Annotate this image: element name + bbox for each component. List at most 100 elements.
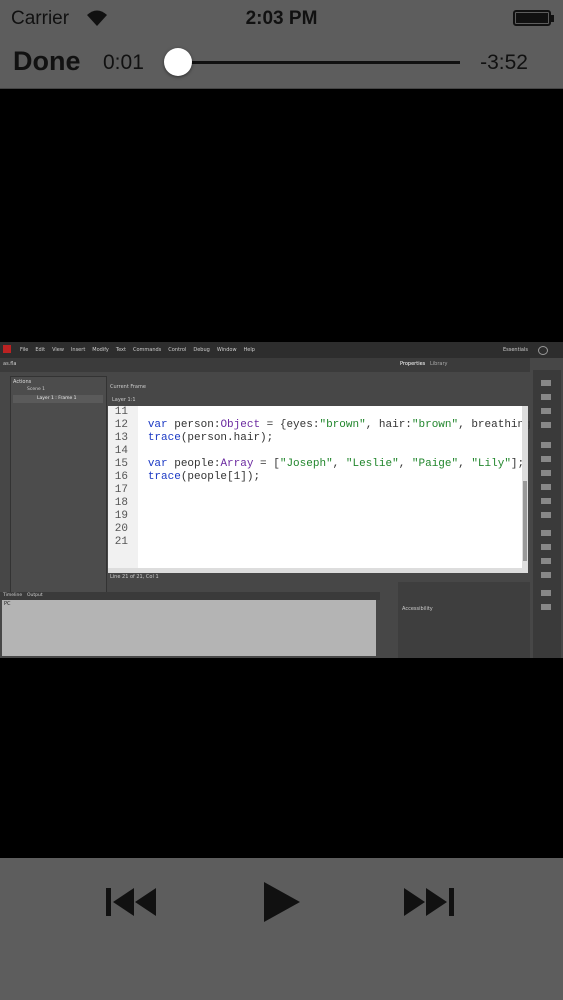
workspace-label: Essentials (502, 347, 528, 353)
eyedropper-icon (541, 558, 551, 564)
line-number: 20 (114, 523, 128, 535)
remaining-time: -3:52 (480, 51, 528, 74)
line-number: 11 (114, 406, 128, 418)
code-tab: Current Frame (110, 384, 146, 390)
output-text: PC (4, 601, 11, 607)
menu-row: File Edit View Insert Modify Text Commands Cont… (20, 347, 255, 353)
status-time: 2:03 PM (245, 8, 318, 29)
menu-item: File (20, 347, 29, 353)
scrubber-knob[interactable] (164, 48, 192, 76)
code-text: var person:Object = {eyes:"brown", hair:… (147, 419, 558, 431)
output-tabs: Timeline Output (0, 592, 380, 600)
line-number: 19 (114, 510, 128, 522)
pen-tool-icon (541, 442, 551, 448)
code-hscrollbar (108, 568, 528, 573)
code-text: trace(person.hair); (147, 432, 274, 444)
menu-item: Modify (92, 347, 109, 353)
code-line: 18 (108, 497, 148, 510)
line-number: 12 (114, 419, 128, 431)
tree-layer: Layer 1 : Frame 1 (37, 396, 77, 401)
bone-tool-icon (541, 530, 551, 536)
lasso-tool-icon (541, 422, 551, 428)
menu-item: Edit (35, 347, 46, 353)
code-line: 17 (108, 484, 148, 497)
line-number: 18 (114, 497, 128, 509)
output-panel: PC (2, 600, 376, 656)
code-line: 15 var people:Array = ["Joseph", "Leslie… (108, 458, 524, 471)
line-number: 15 (114, 458, 128, 470)
code-line: 13 trace(person.hair); (108, 432, 273, 445)
code-line: 21 (108, 536, 148, 549)
search-icon (538, 346, 548, 355)
code-line: 12 var person:Object = {eyes:"brown", ha… (108, 419, 557, 432)
paint-bucket-icon (541, 544, 551, 550)
code-line: 11 (108, 406, 148, 419)
playback-controls (0, 858, 563, 1000)
line-number: 13 (114, 432, 128, 444)
selection-tool-icon (541, 380, 551, 386)
video-frame[interactable]: File Edit View Insert Modify Text Commands Cont… (0, 342, 563, 658)
app-menubar: File Edit View Insert Modify Text Commands Cont… (0, 342, 563, 358)
code-text: var people:Array = ["Joseph", "Leslie", … (147, 458, 525, 470)
line-number: 16 (114, 471, 128, 483)
scrubber-track[interactable] (178, 61, 460, 64)
tree-layer-row: Layer 1 : Frame 1 (13, 395, 103, 403)
code-text: trace(people[1]); (147, 471, 261, 483)
tree-scene: Scene 1 (27, 387, 46, 392)
menu-item: Window (216, 347, 237, 353)
text-tool-icon (541, 456, 551, 462)
menu-item: Debug (193, 347, 210, 353)
scroll-thumb (523, 481, 527, 561)
actions-title: Actions (13, 379, 32, 385)
subselect-tool-icon (541, 394, 551, 400)
zoom-tool-icon (541, 604, 551, 610)
pencil-tool-icon (541, 498, 551, 504)
actions-panel: Actions Scene 1 Layer 1 : Frame 1 (10, 376, 107, 608)
accessibility-label: Accessibility (402, 606, 433, 612)
menu-item: Help (243, 347, 255, 353)
library-tab: Library (430, 361, 448, 367)
eraser-icon (541, 572, 551, 578)
code-subtab: Layer 1:1 (112, 397, 136, 403)
battery-icon (513, 10, 551, 26)
menu-item: Text (115, 347, 126, 353)
status-bar: Carrier 2:03 PM (0, 0, 563, 38)
line-number: 21 (114, 536, 128, 548)
brush-tool-icon (541, 512, 551, 518)
line-tool-icon (541, 470, 551, 476)
code-line: 19 (108, 510, 148, 523)
shape-tool-icon (541, 484, 551, 490)
menu-item: Commands (132, 347, 162, 353)
app-logo-icon (3, 345, 11, 353)
code-line: 16 trace(people[1]); (108, 471, 260, 484)
line-number: 17 (114, 484, 128, 496)
elapsed-time: 0:01 (103, 51, 144, 74)
code-line: 14 (108, 445, 148, 458)
properties-tab: Properties (400, 361, 426, 367)
play-icon[interactable] (246, 882, 316, 922)
timeline-tab: Timeline (3, 593, 23, 598)
transform-tool-icon (541, 408, 551, 414)
line-number: 14 (114, 445, 128, 457)
menu-item: View (52, 347, 64, 353)
player-nav-bar: Done 0:01 -3:52 (0, 38, 563, 89)
skip-back-icon[interactable] (96, 882, 166, 922)
doc-tabstrip: as.fla Properties Library (0, 358, 530, 372)
done-button[interactable]: Done (13, 46, 81, 77)
properties-panel: Accessibility (398, 582, 530, 658)
output-tab: Output (27, 593, 43, 598)
code-status: Line 21 of 21, Col 1 (110, 574, 159, 580)
hand-tool-icon (541, 590, 551, 596)
menu-item: Control (168, 347, 187, 353)
battery-tip (551, 15, 554, 22)
doc-tab: as.fla (3, 361, 17, 367)
code-scrollbar (522, 406, 528, 568)
skip-forward-icon[interactable] (394, 882, 464, 922)
